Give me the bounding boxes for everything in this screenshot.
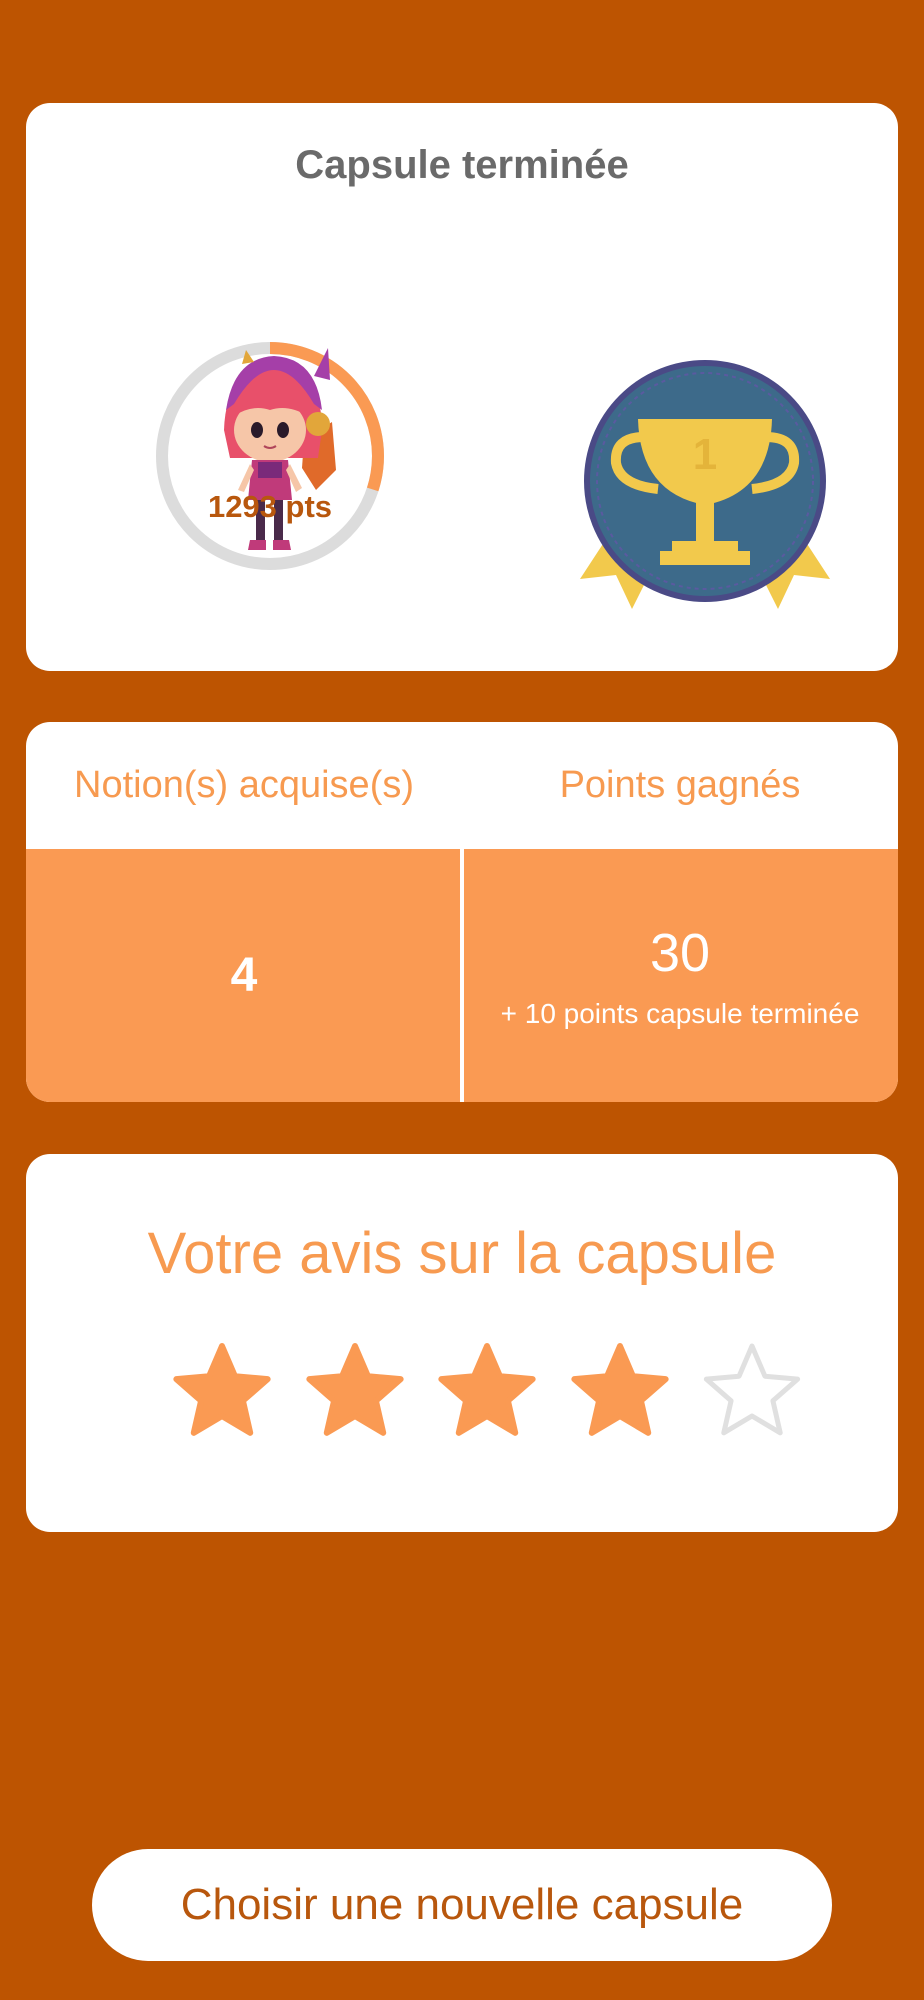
star-empty-icon[interactable] [702, 1342, 802, 1442]
notions-header: Notion(s) acquise(s) [74, 764, 414, 806]
points-cell: 30 + 10 points capsule terminée [462, 849, 898, 1102]
svg-text:1: 1 [693, 430, 717, 479]
notions-value: 4 [230, 949, 258, 1002]
rating-card: Votre avis sur la capsule [26, 1154, 898, 1532]
stats-card: Notion(s) acquise(s) Points gagnés 4 30 … [26, 722, 898, 1102]
star-filled-icon[interactable] [172, 1342, 272, 1442]
star-filled-icon[interactable] [437, 1342, 537, 1442]
summary-title: Capsule terminée [295, 143, 629, 187]
trophy-badge-icon: 1 [574, 357, 836, 615]
stats-divider [460, 722, 464, 1102]
notions-cell: 4 [26, 849, 462, 1102]
capsule-summary-card: Capsule terminée 1293 pts 1 [26, 103, 898, 671]
points-bonus-text: + 10 points capsule terminée [500, 997, 860, 1029]
points-header: Points gagnés [559, 764, 801, 806]
total-points: 1293 pts [207, 489, 333, 524]
avatar [224, 348, 336, 550]
points-earned-value: 30 [649, 922, 711, 983]
star-filled-icon[interactable] [570, 1342, 670, 1442]
avatar-progress [154, 340, 386, 572]
rating-title: Votre avis sur la capsule [147, 1221, 777, 1286]
choose-new-capsule-button[interactable]: Choisir une nouvelle capsule [92, 1849, 832, 1961]
star-rating [172, 1342, 802, 1442]
star-filled-icon[interactable] [305, 1342, 405, 1442]
